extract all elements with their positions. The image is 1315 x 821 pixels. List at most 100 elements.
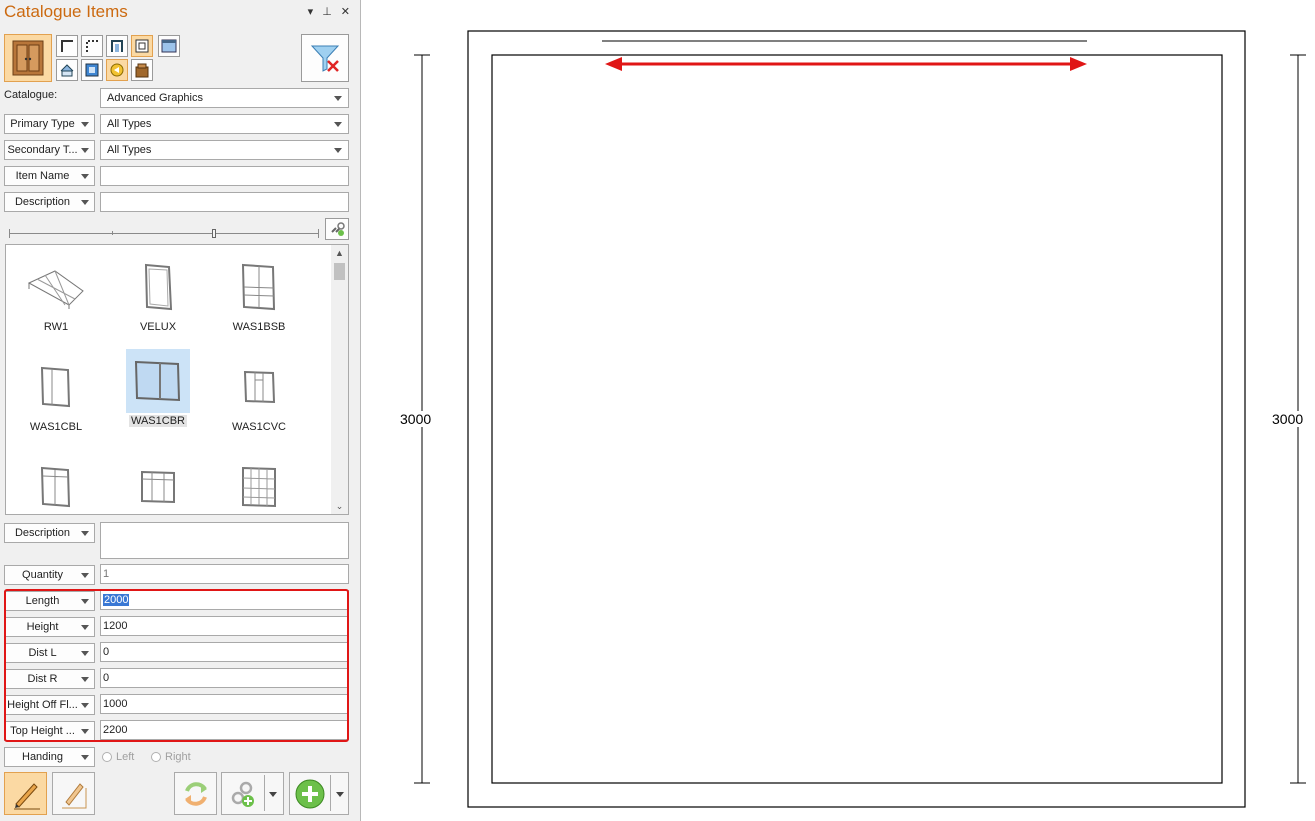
gallery-item-was1cbr[interactable]: WAS1CBR (110, 343, 206, 437)
dist-r-dropdown[interactable]: Dist R (4, 669, 95, 689)
gallery-item-was1cbl[interactable]: WAS1CBL (8, 349, 104, 443)
description-filter-label: Description (14, 196, 71, 208)
refresh-icon (184, 781, 207, 806)
handing-left-label: Left (116, 751, 135, 763)
gallery-item-velux[interactable]: VELUX (110, 249, 206, 343)
dist-r-input[interactable]: 0 (100, 668, 349, 688)
primary-type-select[interactable]: All Types (100, 114, 349, 134)
draw-tool-button[interactable] (4, 772, 47, 815)
arrow-circle-icon (110, 63, 124, 77)
sash-window-icon (227, 255, 291, 319)
dist-l-input[interactable]: 0 (100, 642, 349, 662)
description-filter-dropdown[interactable]: Description (4, 192, 95, 212)
scroll-up-icon[interactable]: ▲ (331, 245, 348, 260)
panel-controls: ▾ ⊥ ✕ (308, 5, 350, 18)
scroll-down-icon[interactable]: ⌄ (331, 499, 348, 514)
gallery-item-label: WAS1CVC (232, 421, 286, 433)
quantity-label: Quantity (22, 569, 63, 581)
arrow-item-button[interactable] (106, 59, 128, 81)
length-input[interactable]: 2000 (100, 590, 349, 610)
height-off-floor-dropdown[interactable]: Height Off Fl... (4, 695, 95, 715)
windows-category-button[interactable] (131, 35, 153, 57)
dist-l-label: Dist L (28, 647, 57, 659)
close-icon[interactable]: ✕ (341, 5, 350, 18)
split-divider (264, 775, 265, 811)
top-height-input[interactable]: 2200 (100, 720, 349, 740)
recess-button[interactable] (106, 35, 128, 57)
outer-wall-outline (467, 30, 1246, 808)
chevron-down-icon (334, 96, 342, 101)
chevron-down-icon (81, 729, 89, 734)
description-input[interactable] (100, 522, 349, 559)
secondary-type-label: Secondary T... (7, 144, 78, 156)
panel-item-button[interactable] (81, 59, 103, 81)
gallery-item-was1cvc[interactable]: WAS1CVC (211, 349, 307, 443)
gallery-item[interactable] (110, 449, 206, 514)
slider-thumb[interactable] (212, 229, 216, 238)
quantity-dropdown[interactable]: Quantity (4, 565, 95, 585)
item-name-dropdown[interactable]: Item Name (4, 166, 95, 186)
secondary-type-select[interactable]: All Types (100, 140, 349, 160)
length-dropdown[interactable]: Length (4, 591, 95, 611)
chevron-down-icon (81, 651, 89, 656)
picture-window-button[interactable] (158, 35, 180, 57)
roof-icon (60, 64, 74, 77)
item-name-input[interactable] (100, 166, 349, 186)
gallery-item[interactable] (211, 449, 307, 514)
link-settings-button[interactable] (325, 218, 349, 240)
handing-right-radio[interactable]: Right (151, 751, 191, 763)
catalogue-label: Catalogue: (4, 89, 58, 101)
catalogue-select[interactable]: Advanced Graphics (100, 88, 349, 108)
georgian-window-icon (227, 455, 291, 514)
corner-item-button[interactable] (56, 35, 78, 57)
height-label: Height (26, 621, 59, 633)
casement-left-icon (24, 355, 88, 419)
secondary-type-dropdown[interactable]: Secondary T... (4, 140, 95, 160)
handing-dropdown[interactable]: Handing (4, 747, 95, 767)
door-icon (12, 40, 44, 76)
height-off-floor-input[interactable]: 1000 (100, 694, 349, 714)
furniture-button[interactable] (131, 59, 153, 81)
handing-left-radio[interactable]: Left (102, 751, 134, 763)
radio-button[interactable] (102, 752, 112, 762)
height-dropdown[interactable]: Height (4, 617, 95, 637)
scroll-thumb[interactable] (334, 263, 345, 280)
pin-icon[interactable]: ⊥ (322, 5, 332, 18)
description-filter-input[interactable] (100, 192, 349, 212)
gallery-item-was1bsb[interactable]: WAS1BSB (211, 249, 307, 343)
length-arrow (605, 57, 1087, 71)
plus-circle-icon (295, 779, 325, 808)
chevron-down-icon[interactable] (336, 792, 344, 797)
dist-l-dropdown[interactable]: Dist L (4, 643, 95, 663)
slider-tick (9, 229, 10, 238)
roof-button[interactable] (56, 59, 78, 81)
draw-angle-tool-button[interactable] (52, 772, 95, 815)
clear-filter-button[interactable] (301, 34, 349, 82)
swap-button[interactable] (174, 772, 217, 815)
chevron-down-icon (81, 148, 89, 153)
chevron-down-icon (81, 573, 89, 578)
description-dropdown[interactable]: Description (4, 523, 95, 543)
chevron-down-icon (81, 703, 89, 708)
corner-icon (61, 40, 73, 52)
handing-right-label: Right (165, 751, 191, 763)
top-height-dropdown[interactable]: Top Height ... (4, 721, 95, 741)
radio-button[interactable] (151, 752, 161, 762)
drawing-canvas[interactable]: 3000 3000 (362, 0, 1315, 821)
dotted-corner-button[interactable] (81, 35, 103, 57)
chevron-down-icon[interactable] (269, 792, 277, 797)
description-label: Description (14, 527, 71, 539)
gallery-item[interactable] (8, 449, 104, 514)
gallery-item-label: WAS1BSB (232, 321, 286, 333)
doors-category-button[interactable] (4, 34, 52, 82)
panel-menu-icon[interactable]: ▾ (308, 5, 314, 18)
gallery-item-rw1[interactable]: RW1 (8, 249, 104, 343)
gallery-scrollbar[interactable]: ▲ ⌄ (331, 245, 348, 514)
quantity-input[interactable]: 1 (100, 564, 349, 584)
catalogue-value: Advanced Graphics (107, 92, 203, 104)
primary-type-dropdown[interactable]: Primary Type (4, 114, 95, 134)
thumbnail-size-slider[interactable] (9, 233, 319, 234)
height-input[interactable]: 1200 (100, 616, 349, 636)
panel-icon (85, 63, 99, 77)
slider-tick (318, 229, 319, 238)
